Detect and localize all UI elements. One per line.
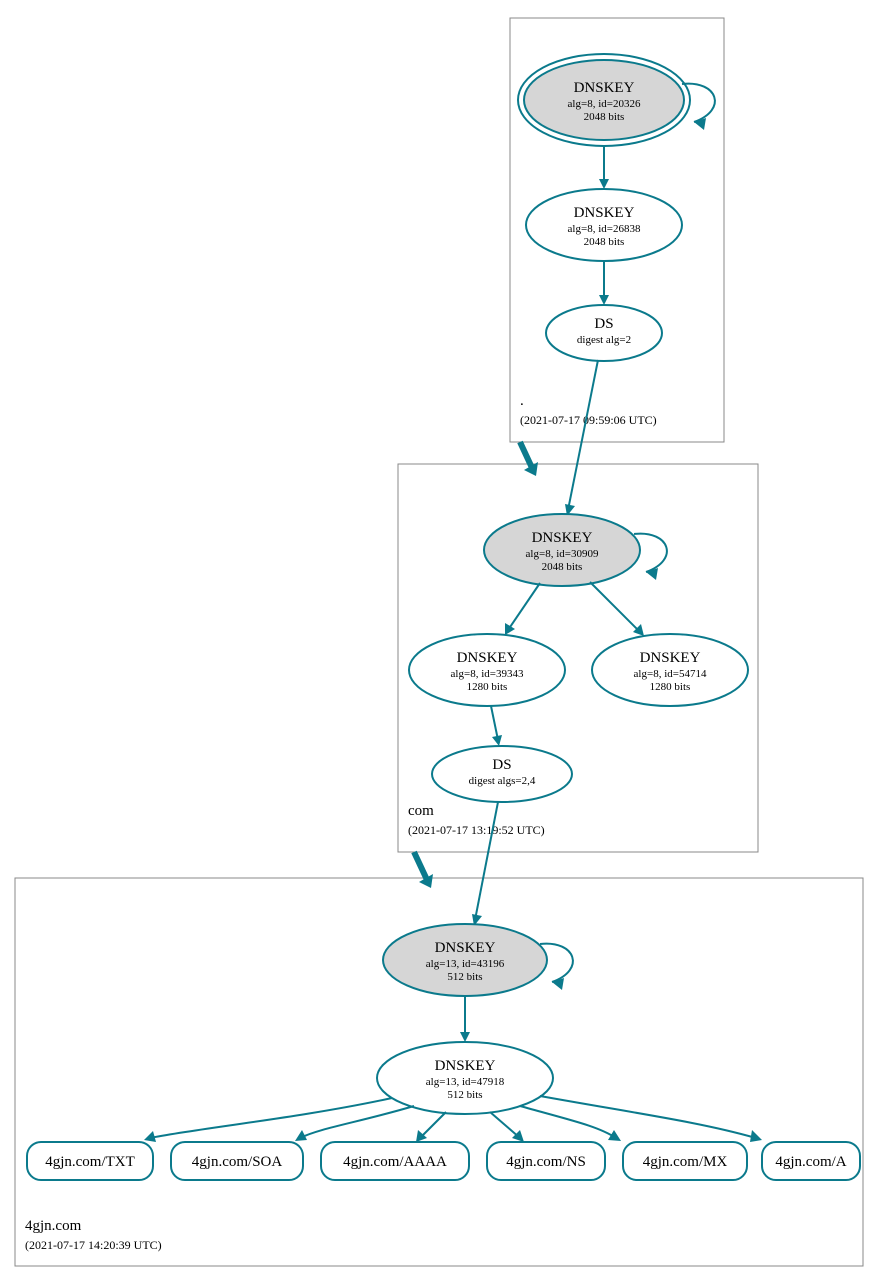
record-box-mx: 4gjn.com/MX — [623, 1142, 747, 1180]
svg-text:2048 bits: 2048 bits — [584, 236, 625, 248]
svg-text:512 bits: 512 bits — [447, 1089, 482, 1101]
svg-text:DS: DS — [594, 316, 613, 332]
svg-text:4gjn.com/TXT: 4gjn.com/TXT — [45, 1154, 135, 1170]
node-com-ksk: DNSKEY alg=8, id=30909 2048 bits — [484, 514, 640, 586]
svg-text:DNSKEY: DNSKEY — [435, 940, 496, 956]
svg-text:alg=8, id=30909: alg=8, id=30909 — [526, 548, 599, 560]
edge-com-ksk-to-zskA — [508, 583, 540, 630]
zone-label-com-time: (2021-07-17 13:19:52 UTC) — [408, 823, 545, 837]
svg-text:DNSKEY: DNSKEY — [574, 205, 635, 221]
edge-com-zskA-to-ds — [491, 706, 498, 740]
edge-zsk-to-txt — [150, 1098, 392, 1138]
record-box-aaaa: 4gjn.com/AAAA — [321, 1142, 469, 1180]
svg-text:512 bits: 512 bits — [447, 971, 482, 983]
edge-zsk-to-soa — [300, 1106, 414, 1138]
zone-label-root-name: . — [520, 393, 524, 409]
zone-label-root-time: (2021-07-17 09:59:06 UTC) — [520, 413, 657, 427]
svg-text:digest algs=2,4: digest algs=2,4 — [469, 775, 536, 787]
svg-text:DNSKEY: DNSKEY — [574, 80, 635, 96]
zone-label-leaf-time: (2021-07-17 14:20:39 UTC) — [25, 1238, 162, 1252]
edge-zsk-to-a — [540, 1096, 756, 1138]
edge-root-ds-to-com-ksk — [568, 360, 598, 510]
dnssec-chain-diagram: . (2021-07-17 09:59:06 UTC) com (2021-07… — [0, 0, 891, 1278]
svg-text:DS: DS — [492, 757, 511, 773]
svg-text:4gjn.com/SOA: 4gjn.com/SOA — [192, 1154, 283, 1170]
record-box-ns: 4gjn.com/NS — [487, 1142, 605, 1180]
svg-text:DNSKEY: DNSKEY — [457, 650, 518, 666]
node-leaf-zsk: DNSKEY alg=13, id=47918 512 bits — [377, 1042, 553, 1114]
node-com-zsk-a: DNSKEY alg=8, id=39343 1280 bits — [409, 634, 565, 706]
edge-zsk-to-mx — [520, 1106, 616, 1138]
svg-text:1280 bits: 1280 bits — [467, 681, 508, 693]
svg-text:DNSKEY: DNSKEY — [532, 530, 593, 546]
svg-text:2048 bits: 2048 bits — [584, 111, 625, 123]
svg-text:alg=8, id=39343: alg=8, id=39343 — [451, 668, 524, 680]
svg-text:4gjn.com/AAAA: 4gjn.com/AAAA — [343, 1154, 447, 1170]
zone-label-leaf-name: 4gjn.com — [25, 1218, 82, 1234]
svg-text:4gjn.com/A: 4gjn.com/A — [775, 1154, 846, 1170]
node-com-zsk-b: DNSKEY alg=8, id=54714 1280 bits — [592, 634, 748, 706]
svg-text:4gjn.com/NS: 4gjn.com/NS — [506, 1154, 586, 1170]
svg-text:alg=8, id=54714: alg=8, id=54714 — [634, 668, 707, 680]
svg-text:2048 bits: 2048 bits — [542, 561, 583, 573]
node-root-ds: DS digest alg=2 — [546, 305, 662, 361]
edge-zsk-to-ns — [490, 1112, 520, 1138]
svg-text:alg=13, id=47918: alg=13, id=47918 — [426, 1076, 505, 1088]
zone-link-root-to-com — [520, 442, 533, 470]
node-com-ds: DS digest algs=2,4 — [432, 746, 572, 802]
node-root-zsk: DNSKEY alg=8, id=26838 2048 bits — [526, 189, 682, 261]
svg-text:alg=8, id=20326: alg=8, id=20326 — [568, 98, 641, 110]
svg-text:digest alg=2: digest alg=2 — [577, 334, 631, 346]
edge-com-ds-to-leaf-ksk — [475, 802, 498, 920]
node-root-ksk: DNSKEY alg=8, id=20326 2048 bits — [518, 54, 690, 146]
record-box-txt: 4gjn.com/TXT — [27, 1142, 153, 1180]
svg-text:DNSKEY: DNSKEY — [435, 1058, 496, 1074]
record-box-soa: 4gjn.com/SOA — [171, 1142, 303, 1180]
zone-label-com-name: com — [408, 803, 434, 819]
svg-text:1280 bits: 1280 bits — [650, 681, 691, 693]
record-box-a: 4gjn.com/A — [762, 1142, 860, 1180]
edge-com-ksk-to-zskB — [590, 582, 640, 632]
svg-text:DNSKEY: DNSKEY — [640, 650, 701, 666]
node-leaf-ksk: DNSKEY alg=13, id=43196 512 bits — [383, 924, 547, 996]
svg-text:4gjn.com/MX: 4gjn.com/MX — [643, 1154, 728, 1170]
svg-text:alg=13, id=43196: alg=13, id=43196 — [426, 958, 505, 970]
svg-text:alg=8, id=26838: alg=8, id=26838 — [568, 223, 641, 235]
edge-zsk-to-aaaa — [420, 1112, 446, 1138]
